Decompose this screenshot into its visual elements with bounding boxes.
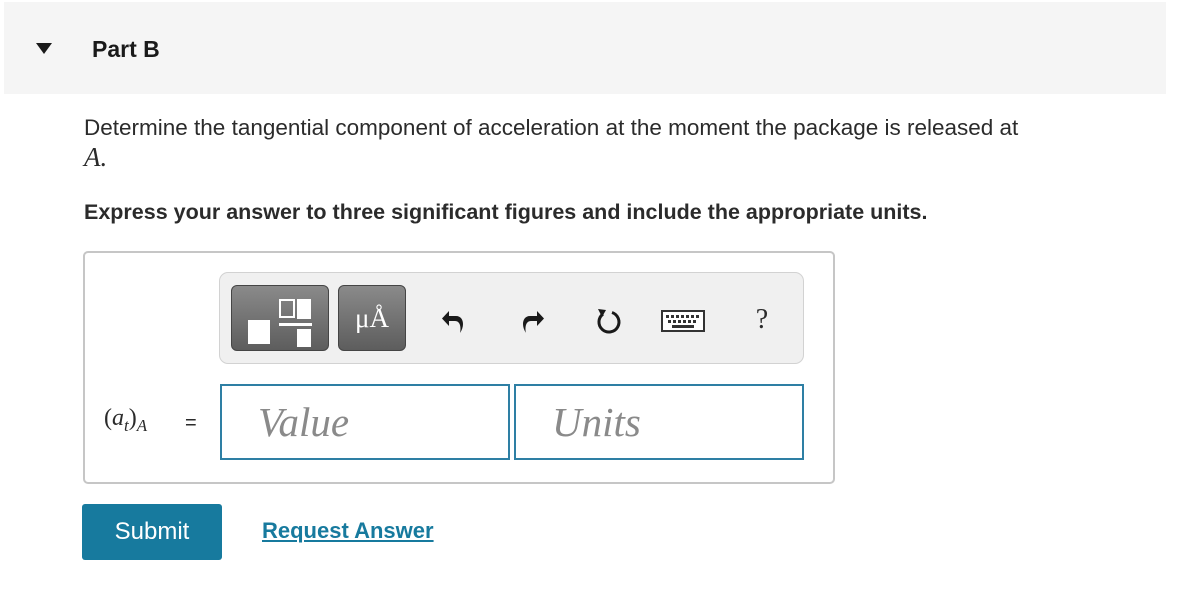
templates-button[interactable] — [231, 285, 329, 351]
keyboard-button[interactable] — [660, 303, 706, 339]
label-open-paren: ( — [104, 405, 112, 431]
label-close-paren: ) — [128, 405, 137, 431]
part-title: Part B — [92, 36, 160, 62]
redo-button[interactable] — [512, 301, 552, 341]
label-sub-t: t — [124, 416, 129, 435]
units-button-label: μÅ — [355, 302, 389, 333]
undo-button[interactable] — [434, 301, 474, 341]
units-input[interactable] — [514, 384, 804, 460]
math-toolbar: μÅ ? — [219, 272, 804, 364]
reset-button[interactable] — [588, 301, 628, 341]
equals-sign: = — [185, 412, 197, 434]
label-sub-A: A — [136, 416, 148, 435]
question-text: Determine the tangential component of ac… — [84, 115, 1019, 140]
fraction-template-icon — [248, 299, 312, 347]
question-variable: A. — [84, 142, 108, 172]
value-input[interactable] — [220, 384, 510, 460]
part-header[interactable]: Part B — [4, 2, 1166, 94]
answer-instruction: Express your answer to three significant… — [84, 200, 928, 224]
reset-icon — [597, 309, 621, 334]
redo-icon — [523, 311, 544, 333]
answer-variable-label: (at)A — [104, 405, 148, 435]
help-label: ? — [755, 304, 769, 335]
help-button[interactable]: ? — [744, 299, 780, 341]
units-button[interactable]: μÅ — [338, 285, 406, 351]
request-answer-link[interactable]: Request Answer — [262, 518, 434, 544]
collapse-caret-icon[interactable] — [36, 43, 52, 54]
keyboard-icon — [661, 310, 705, 332]
undo-icon — [442, 311, 463, 333]
submit-button[interactable]: Submit — [82, 504, 222, 560]
label-a: a — [112, 405, 124, 431]
